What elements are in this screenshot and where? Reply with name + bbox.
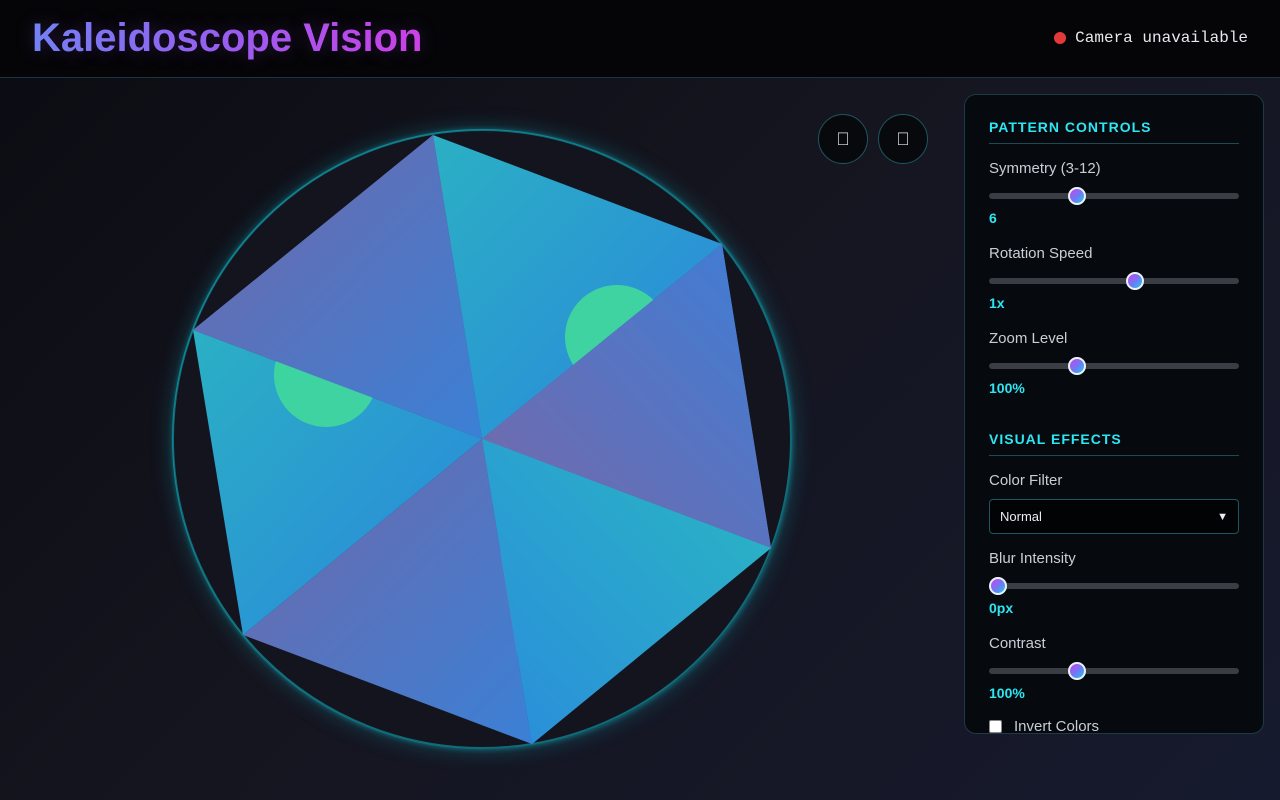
invert-colors-label: Invert Colors — [1014, 718, 1100, 735]
fullscreen-icon:  — [896, 129, 910, 150]
capture-button[interactable]:  — [818, 114, 868, 164]
camera-icon:  — [836, 129, 850, 150]
rotation-speed-label: Rotation Speed — [989, 245, 1093, 262]
blur-intensity-label: Blur Intensity — [989, 550, 1076, 567]
slider-track — [989, 668, 1239, 674]
app-title: Kaleidoscope Vision — [32, 16, 423, 60]
controls-panel: PATTERN CONTROLS Symmetry (3-12) 6 Rotat… — [964, 94, 1264, 735]
slider-track — [989, 363, 1239, 369]
slider-thumb[interactable] — [989, 577, 1007, 595]
visual-effects-title: VISUAL EFFECTS — [989, 431, 1239, 456]
blur-intensity-value: 0px — [989, 600, 1014, 616]
invert-colors-row: Invert Colors — [989, 718, 1239, 735]
pattern-controls-title: PATTERN CONTROLS — [989, 119, 1239, 144]
symmetry-label: Symmetry (3-12) — [989, 160, 1101, 177]
zoom-level-slider[interactable] — [989, 355, 1239, 375]
status-dot-icon — [1054, 32, 1067, 44]
slider-track — [989, 278, 1239, 284]
kaleidoscope-stage:   — [0, 78, 960, 800]
color-filter-label: Color Filter — [989, 472, 1063, 489]
app-header: Kaleidoscope Vision Camera unavailable — [0, 0, 1280, 78]
symmetry-value: 6 — [989, 210, 997, 226]
rotation-speed-slider[interactable] — [989, 270, 1239, 290]
blur-intensity-slider[interactable] — [989, 575, 1239, 595]
slider-track — [989, 193, 1239, 199]
slider-track — [989, 583, 1239, 589]
kaleidoscope-canvas[interactable] — [0, 78, 960, 800]
contrast-value: 100% — [989, 685, 1025, 701]
zoom-level-label: Zoom Level — [989, 330, 1068, 347]
slider-thumb[interactable] — [1067, 187, 1086, 205]
color-filter-selected: Normal — [1000, 509, 1042, 524]
slider-thumb[interactable] — [1067, 662, 1086, 680]
color-filter-select[interactable]: Normal ▼ — [989, 499, 1239, 534]
contrast-slider[interactable] — [989, 660, 1239, 680]
symmetry-slider[interactable] — [989, 185, 1239, 205]
camera-status-text: Camera unavailable — [1075, 29, 1248, 47]
invert-colors-checkbox[interactable] — [989, 720, 1002, 733]
zoom-level-value: 100% — [989, 380, 1025, 396]
contrast-label: Contrast — [989, 635, 1046, 652]
rotation-speed-value: 1x — [989, 295, 1005, 311]
camera-status: Camera unavailable — [1054, 29, 1248, 47]
chevron-down-icon: ▼ — [1217, 510, 1228, 523]
slider-thumb[interactable] — [1067, 357, 1086, 375]
slider-thumb[interactable] — [1125, 272, 1144, 290]
fullscreen-button[interactable]:  — [878, 114, 928, 164]
